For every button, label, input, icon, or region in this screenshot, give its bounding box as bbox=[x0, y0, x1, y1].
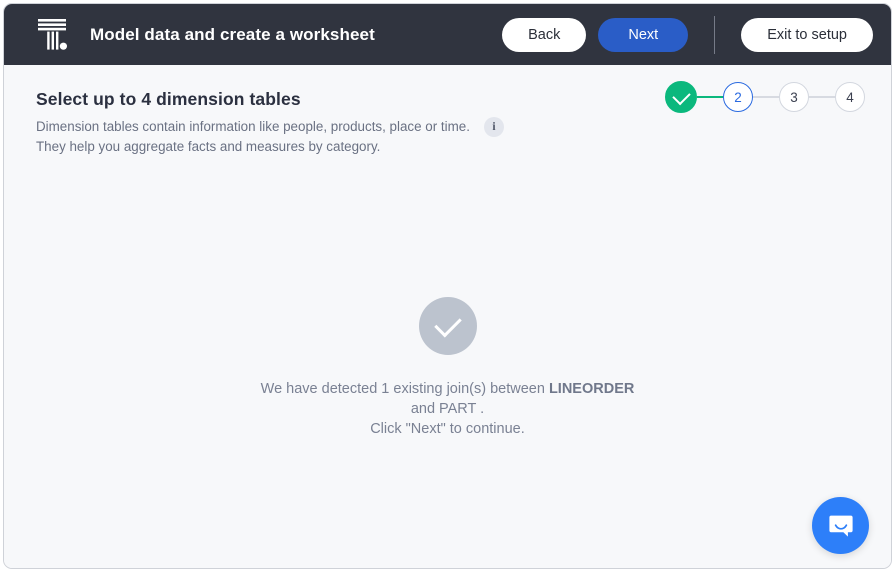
step-connector-2-3 bbox=[753, 96, 779, 98]
step-1-complete[interactable] bbox=[665, 81, 697, 113]
exit-to-setup-button[interactable]: Exit to setup bbox=[741, 18, 873, 52]
header-divider bbox=[714, 16, 715, 54]
description-line-2: They help you aggregate facts and measur… bbox=[36, 139, 380, 154]
page-title: Model data and create a worksheet bbox=[90, 25, 375, 45]
status-message: We have detected 1 existing join(s) betw… bbox=[261, 379, 635, 439]
app-header: Model data and create a worksheet Back N… bbox=[4, 4, 891, 65]
step-4[interactable]: 4 bbox=[835, 82, 865, 112]
check-icon bbox=[672, 86, 690, 104]
app-window: Model data and create a worksheet Back N… bbox=[3, 3, 892, 569]
intro-block: Select up to 4 dimension tables Dimensio… bbox=[36, 89, 504, 157]
description-line-1: Dimension tables contain information lik… bbox=[36, 117, 470, 137]
info-icon[interactable]: i bbox=[484, 117, 504, 137]
thoughtspot-logo-icon bbox=[30, 13, 74, 57]
step-connector-1-2 bbox=[697, 96, 723, 98]
step-3[interactable]: 3 bbox=[779, 82, 809, 112]
step-indicator: 2 3 4 bbox=[665, 81, 865, 113]
section-description: Dimension tables contain information lik… bbox=[36, 117, 504, 157]
check-icon bbox=[434, 309, 462, 337]
check-circle-icon bbox=[419, 297, 477, 355]
back-button[interactable]: Back bbox=[502, 18, 586, 52]
chat-bubble-icon[interactable] bbox=[812, 497, 869, 554]
description-line-1-row: Dimension tables contain information lik… bbox=[36, 117, 504, 137]
main-content: Select up to 4 dimension tables Dimensio… bbox=[4, 65, 891, 568]
status-message-line-2: and PART . bbox=[411, 401, 484, 417]
status-panel: We have detected 1 existing join(s) betw… bbox=[4, 297, 891, 439]
next-button[interactable]: Next bbox=[598, 18, 688, 52]
section-heading: Select up to 4 dimension tables bbox=[36, 89, 504, 110]
step-connector-3-4 bbox=[809, 96, 835, 98]
status-message-table: LINEORDER bbox=[549, 381, 634, 397]
step-2-active[interactable]: 2 bbox=[723, 82, 753, 112]
status-message-prefix: We have detected 1 existing join(s) betw… bbox=[261, 381, 549, 397]
status-message-line-3: Click "Next" to continue. bbox=[370, 421, 525, 437]
